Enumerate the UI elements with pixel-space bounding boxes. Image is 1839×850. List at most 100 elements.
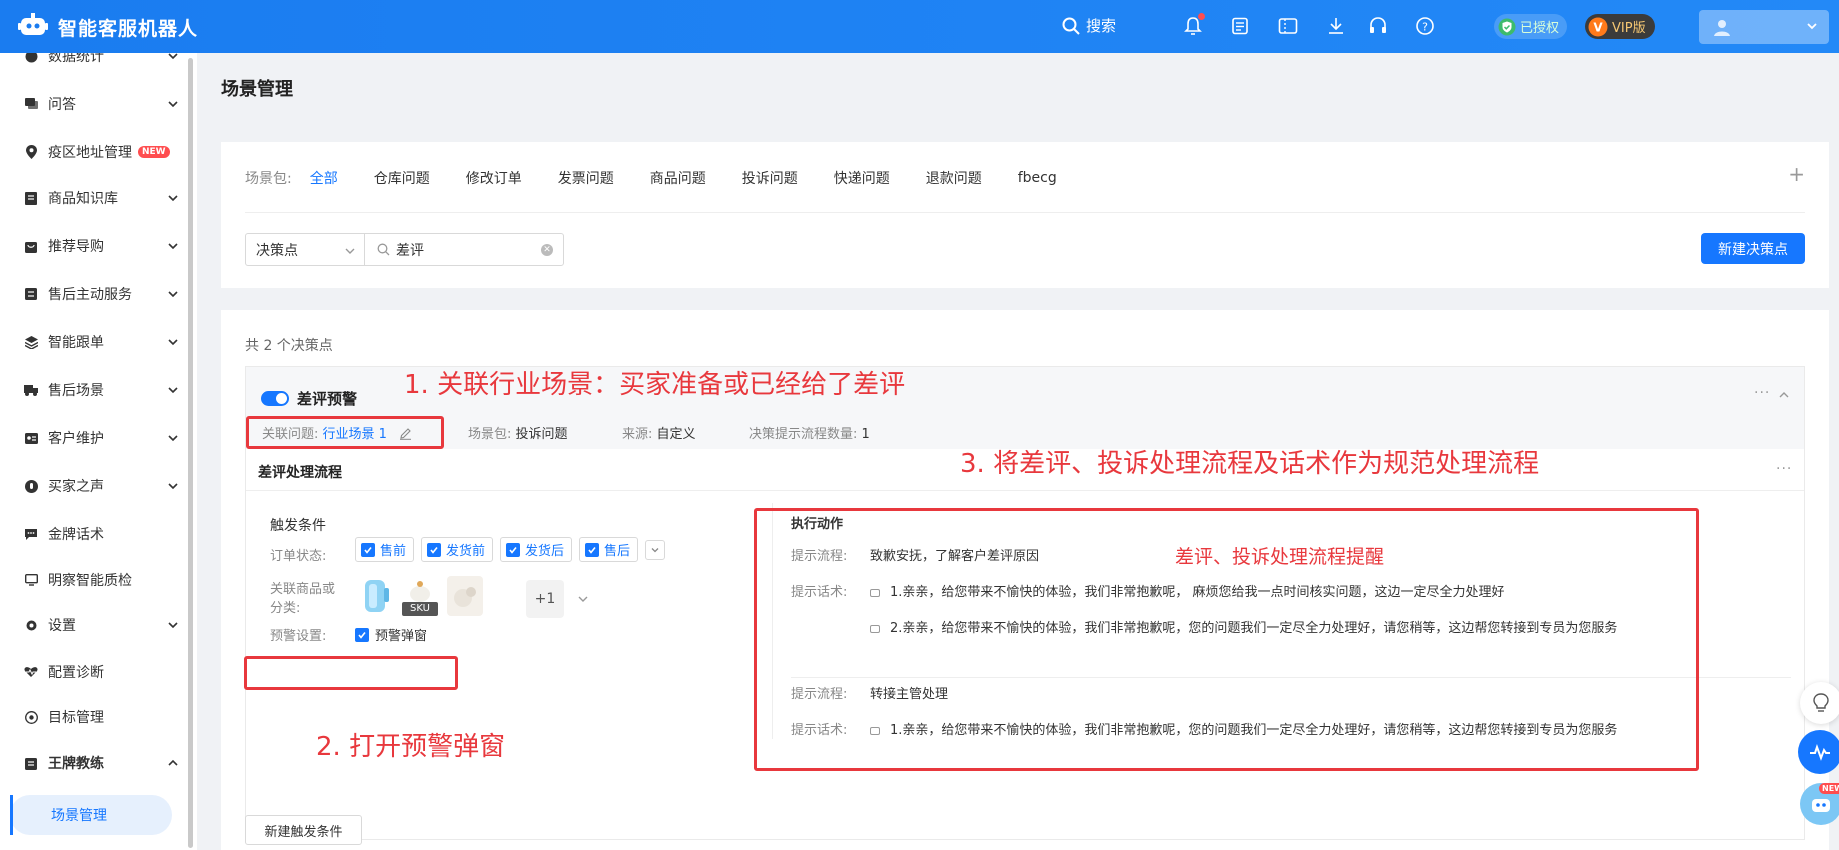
new-badge: NEW [1819, 783, 1839, 794]
chevron-down-icon [168, 622, 178, 629]
sidebar-item-label: 王牌教练 [48, 756, 104, 772]
headset-icon[interactable] [1366, 14, 1390, 38]
more-icon[interactable]: ··· [1754, 385, 1770, 401]
flow-count: 决策提示流程数量: 1 [749, 423, 870, 442]
sidebar-item-order-tracking[interactable]: 智能跟单 [0, 327, 185, 357]
pulse-icon [1810, 743, 1830, 761]
status-checkbox-after-ship[interactable]: 发货后 [500, 537, 573, 562]
tab-modify-order[interactable]: 修改订单 [466, 168, 522, 188]
message-icon [24, 527, 38, 541]
lightbulb-icon [1813, 693, 1829, 712]
tab-product[interactable]: 商品问题 [650, 168, 706, 188]
search-input[interactable]: 差评 ✕ [364, 233, 564, 266]
chevron-down-icon [168, 195, 178, 202]
sidebar: 数据统计 问答 疫区地址管理 NEW 商品知识库 推荐导购 售后主动服务 智能跟… [0, 53, 197, 850]
location-pin-icon [24, 145, 38, 159]
collapse-icon[interactable] [1778, 389, 1790, 401]
clear-icon[interactable]: ✕ [541, 244, 553, 256]
sidebar-item-customer-care[interactable]: 客户维护 [0, 423, 185, 453]
flow-count-label: 决策提示流程数量: [749, 427, 858, 442]
tab-complaint[interactable]: 投诉问题 [742, 168, 798, 188]
sidebar-item-epidemic-address[interactable]: 疫区地址管理 NEW [0, 137, 185, 167]
add-package-icon[interactable]: + [1788, 162, 1805, 186]
svg-text:V: V [1593, 20, 1603, 34]
sidebar-item-after-sale-scene[interactable]: 售后场景 [0, 375, 185, 405]
divider [245, 212, 1805, 213]
tab-express[interactable]: 快递问题 [834, 168, 890, 188]
chevron-down-icon [168, 339, 178, 346]
enable-toggle[interactable] [261, 391, 289, 406]
lightbulb-float-button[interactable] [1800, 682, 1839, 724]
sidebar-item-stats[interactable]: 数据统计 [0, 53, 185, 71]
voice-icon [24, 479, 38, 493]
sidebar-item-label: 问答 [48, 97, 76, 113]
source-value: 自定义 [656, 427, 696, 442]
task-list-icon[interactable] [1228, 14, 1252, 38]
new-decision-point-button[interactable]: 新建决策点 [1701, 233, 1805, 264]
app-logo[interactable]: 智能客服机器人 [18, 12, 198, 42]
package-tabs: 场景包: 全部 仓库问题 修改订单 发票问题 商品问题 投诉问题 快递问题 退款… [245, 168, 1093, 188]
sidebar-item-buyer-voice[interactable]: 买家之声 [0, 471, 185, 501]
ticket-icon[interactable] [1276, 14, 1300, 38]
search-label: 搜索 [1086, 17, 1117, 35]
tabs-prefix-label: 场景包: [245, 171, 292, 187]
sidebar-item-coach[interactable]: 王牌教练 [0, 748, 185, 778]
sidebar-item-scene-management[interactable]: 场景管理 [10, 795, 172, 835]
status-checkbox-presale[interactable]: 售前 [355, 537, 415, 562]
product-thumbnail-sku[interactable]: SKU [402, 576, 438, 616]
sidebar-item-quality-check[interactable]: 明察智能质检 [0, 565, 185, 595]
sidebar-item-gold-scripts[interactable]: 金牌话术 [0, 519, 185, 549]
checkbox-label: 发货后 [525, 544, 565, 559]
sidebar-item-product-knowledge[interactable]: 商品知识库 [0, 183, 185, 213]
sidebar-item-label: 售后场景 [48, 383, 104, 399]
chevron-down-icon[interactable] [577, 593, 589, 605]
sidebar-item-label: 商品知识库 [48, 191, 118, 207]
warning-popup-checkbox[interactable]: 预警弹窗 [355, 625, 427, 644]
source: 来源: 自定义 [622, 423, 696, 442]
vip-badge[interactable]: V VIP版 [1585, 14, 1655, 39]
help-icon[interactable]: ? [1413, 14, 1437, 38]
clipboard-icon [24, 756, 38, 770]
global-search-button[interactable]: 搜索 [1062, 15, 1116, 36]
monitor-float-button[interactable] [1798, 730, 1839, 774]
authorized-badge[interactable]: 已授权 [1494, 14, 1568, 39]
sidebar-item-settings[interactable]: 设置 [0, 610, 185, 640]
sidebar-item-goals[interactable]: 目标管理 [0, 702, 185, 732]
checkbox-checked-icon [585, 542, 600, 557]
checkbox-label: 售前 [380, 544, 407, 559]
checkbox-checked-icon [506, 542, 521, 557]
notification-bell-icon[interactable] [1181, 13, 1205, 38]
product-thumbnail-kettle[interactable] [357, 576, 393, 616]
tab-invoice[interactable]: 发票问题 [558, 168, 614, 188]
sidebar-item-qa[interactable]: 问答 [0, 89, 185, 119]
product-thumbnail-3[interactable] [447, 576, 483, 616]
tab-refund[interactable]: 退款问题 [926, 168, 982, 188]
flow-more-icon[interactable]: ··· [1776, 461, 1792, 477]
new-trigger-button[interactable]: 新建触发条件 [245, 815, 362, 845]
checkbox-checked-icon [355, 627, 369, 642]
sidebar-scrollbar[interactable] [188, 58, 193, 848]
search-input-value: 差评 [396, 242, 424, 259]
assistant-float-button[interactable]: NEW [1800, 783, 1839, 825]
tab-warehouse[interactable]: 仓库问题 [374, 168, 430, 188]
sidebar-item-label: 配置诊断 [48, 665, 104, 681]
user-menu[interactable] [1699, 10, 1829, 44]
robot-icon [1812, 799, 1830, 812]
tab-fbecg[interactable]: fbecg [1018, 170, 1057, 186]
chevron-down-icon [651, 548, 659, 553]
sidebar-item-recommend[interactable]: 推荐导购 [0, 231, 185, 261]
type-select[interactable]: 决策点 [245, 233, 365, 266]
tab-all[interactable]: 全部 [310, 168, 338, 188]
bag-icon [24, 239, 38, 253]
sidebar-item-label: 客户维护 [48, 431, 104, 447]
sidebar-item-diagnosis[interactable]: 配置诊断 [0, 657, 185, 687]
more-products-button[interactable]: +1 [526, 580, 564, 618]
download-icon[interactable] [1324, 14, 1348, 38]
sidebar-item-after-sale-service[interactable]: 售后主动服务 [0, 279, 185, 309]
status-expand-button[interactable] [645, 540, 666, 560]
status-checkbox-after-sale[interactable]: 售后 [579, 537, 639, 562]
status-checkbox-before-ship[interactable]: 发货前 [421, 537, 494, 562]
vip-label: VIP版 [1612, 21, 1646, 36]
checkbox-label: 售后 [604, 544, 631, 559]
sidebar-item-label: 明察智能质检 [48, 573, 132, 589]
